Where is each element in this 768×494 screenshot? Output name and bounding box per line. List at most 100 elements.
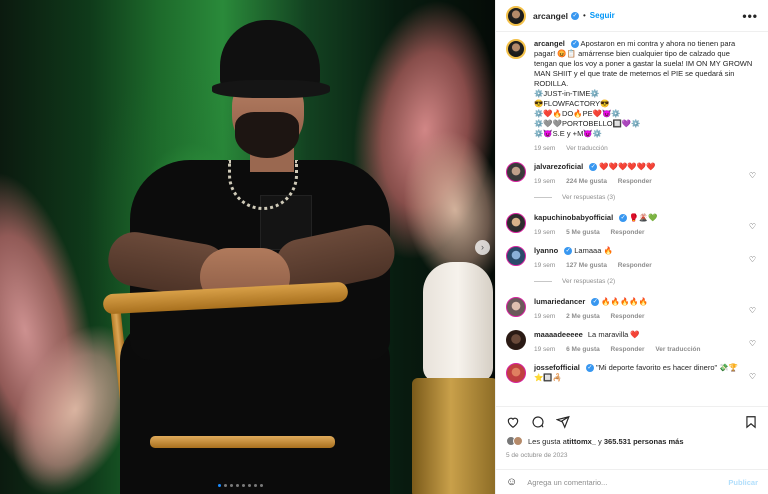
- reply-button[interactable]: Responder: [618, 262, 652, 269]
- verified-badge-icon: ✓: [585, 364, 594, 373]
- likes-count[interactable]: 365.531 personas más: [604, 437, 684, 446]
- carousel-next-button[interactable]: ›: [475, 240, 490, 255]
- verified-badge-icon: ✓: [570, 11, 579, 20]
- commenter-avatar[interactable]: [506, 330, 526, 350]
- publish-button[interactable]: Publicar: [728, 478, 758, 487]
- verified-badge-icon: ✓: [619, 214, 628, 223]
- view-replies-button[interactable]: Ver respuestas (2): [534, 278, 758, 285]
- carousel-dot: [218, 484, 221, 487]
- comment-heart-icon[interactable]: ♡: [749, 222, 756, 231]
- reply-button[interactable]: Responder: [611, 346, 645, 353]
- caption-translate-link[interactable]: Ver traducción: [566, 145, 608, 152]
- carousel-dot: [254, 484, 257, 487]
- comment-text: La maravilla ❤️: [587, 330, 640, 339]
- comment-likes[interactable]: 127 Me gusta: [566, 262, 607, 269]
- verified-badge-icon: ✓: [589, 163, 598, 172]
- comment-heart-icon[interactable]: ♡: [749, 306, 756, 315]
- comment-username[interactable]: lumariedancer: [534, 297, 585, 306]
- carousel-dot: [230, 484, 233, 487]
- comment: lumariedancer ✓ 🔥🔥🔥🔥🔥 19 sem 2 Me gusta R…: [506, 297, 758, 322]
- comment-heart-icon[interactable]: ♡: [749, 255, 756, 264]
- caption-line: ⚙️❤️🔥DO🔥PE❤️😈⚙️: [534, 109, 621, 118]
- liker-avatar: [513, 436, 523, 446]
- replies-divider: [534, 197, 552, 198]
- likes-mid: y: [595, 436, 604, 446]
- comment-time: 19 sem: [534, 262, 556, 269]
- comment-heart-icon[interactable]: ♡: [749, 171, 756, 180]
- commenter-avatar[interactable]: [506, 213, 526, 233]
- comment-input[interactable]: [527, 477, 729, 487]
- comment-text: 🔥🔥🔥🔥🔥: [601, 297, 649, 306]
- post-actions: [496, 406, 768, 436]
- post-date[interactable]: 5 de octubre de 2023: [506, 452, 567, 459]
- comment-username[interactable]: jossefofficial: [534, 363, 580, 372]
- likes-user[interactable]: tittomx_: [567, 437, 596, 446]
- comment-username[interactable]: maaaadeeeee: [534, 330, 583, 339]
- comment: jalvarezoficial ✓ ❤️❤️❤️❤️❤️❤️ 19 sem 224…: [506, 162, 758, 187]
- comment: lyanno ✓ Lamaaa 🔥 19 sem 127 Me gusta Res…: [506, 246, 758, 271]
- view-replies-label: Ver respuestas (3): [562, 194, 616, 201]
- share-icon[interactable]: [556, 415, 570, 429]
- emoji-icon[interactable]: ☺: [506, 476, 517, 488]
- carousel-dot: [260, 484, 263, 487]
- comment-username[interactable]: kapuchinobabyofficial: [534, 213, 613, 222]
- likes-summary[interactable]: Les gusta a tittomx_ y 365.531 personas …: [506, 436, 758, 446]
- add-comment-bar: ☺ Publicar: [496, 469, 768, 494]
- view-replies-button[interactable]: Ver respuestas (3): [534, 194, 758, 201]
- chair-rung: [150, 436, 335, 448]
- commenter-avatar[interactable]: [506, 363, 526, 383]
- comment-likes[interactable]: 6 Me gusta: [566, 346, 600, 353]
- more-options-icon[interactable]: •••: [742, 9, 758, 23]
- comment-likes[interactable]: 224 Me gusta: [566, 178, 607, 185]
- bookmark-icon[interactable]: [744, 415, 758, 429]
- gold-pedestal: [412, 378, 495, 494]
- caption-line: 😎FLOWFACTORY😎: [534, 99, 610, 108]
- carousel-dot: [242, 484, 245, 487]
- author-avatar[interactable]: [506, 5, 526, 26]
- replies-divider: [534, 281, 552, 282]
- verified-badge-icon: ✓: [564, 247, 573, 256]
- carousel-dot: [224, 484, 227, 487]
- caption-line: ⚙️JUST-in-TIME⚙️: [534, 89, 600, 98]
- view-replies-label: Ver respuestas (2): [562, 278, 616, 285]
- comment-icon[interactable]: [531, 415, 545, 429]
- caption: arcangel ✓ Apostaron en mi contra y ahora…: [506, 39, 758, 154]
- comment-heart-icon[interactable]: ♡: [749, 339, 756, 348]
- comment-username[interactable]: lyanno: [534, 246, 558, 255]
- seated-man: [100, 20, 400, 494]
- carousel-dot: [236, 484, 239, 487]
- comment-likes[interactable]: 2 Me gusta: [566, 313, 600, 320]
- caption-avatar[interactable]: [506, 39, 526, 59]
- comment-text: Lamaaa 🔥: [574, 246, 613, 255]
- reply-button[interactable]: Responder: [618, 178, 652, 185]
- comments-list[interactable]: arcangel ✓ Apostaron en mi contra y ahora…: [496, 33, 768, 405]
- reply-button[interactable]: Responder: [611, 313, 645, 320]
- comment-time: 19 sem: [534, 229, 556, 236]
- commenter-avatar[interactable]: [506, 246, 526, 266]
- carousel-indicator: [218, 484, 263, 487]
- follow-button[interactable]: Seguir: [590, 11, 615, 20]
- likes-prefix: Les gusta a: [528, 436, 567, 446]
- comment-heart-icon[interactable]: ♡: [749, 372, 756, 381]
- post-sidebar: arcangel ✓ • Seguir ••• arcangel ✓ Aposta…: [495, 0, 768, 494]
- comment-text: 🥊🌋💚: [629, 213, 658, 222]
- heart-icon[interactable]: [506, 415, 520, 429]
- comment-translate-link[interactable]: Ver traducción: [655, 346, 700, 353]
- author-username[interactable]: arcangel: [533, 11, 568, 21]
- comment: maaaadeeeee La maravilla ❤️ 19 sem 6 Me …: [506, 330, 758, 355]
- hat-brim: [212, 80, 330, 98]
- comment-time: 19 sem: [534, 178, 556, 185]
- vase: [423, 262, 493, 382]
- comment: kapuchinobabyofficial ✓ 🥊🌋💚 19 sem 5 Me g…: [506, 213, 758, 238]
- caption-username[interactable]: arcangel: [534, 39, 565, 48]
- comment-likes[interactable]: 5 Me gusta: [566, 229, 600, 236]
- comment-username[interactable]: jalvarezoficial: [534, 162, 583, 171]
- comment-time: 19 sem: [534, 346, 556, 353]
- reply-button[interactable]: Responder: [611, 229, 645, 236]
- carousel-dot: [248, 484, 251, 487]
- commenter-avatar[interactable]: [506, 297, 526, 317]
- post-image[interactable]: ›: [0, 0, 495, 494]
- caption-line: ⚙️😈S.E y +M😈⚙️: [534, 129, 602, 138]
- commenter-avatar[interactable]: [506, 162, 526, 182]
- header-separator: •: [582, 11, 586, 20]
